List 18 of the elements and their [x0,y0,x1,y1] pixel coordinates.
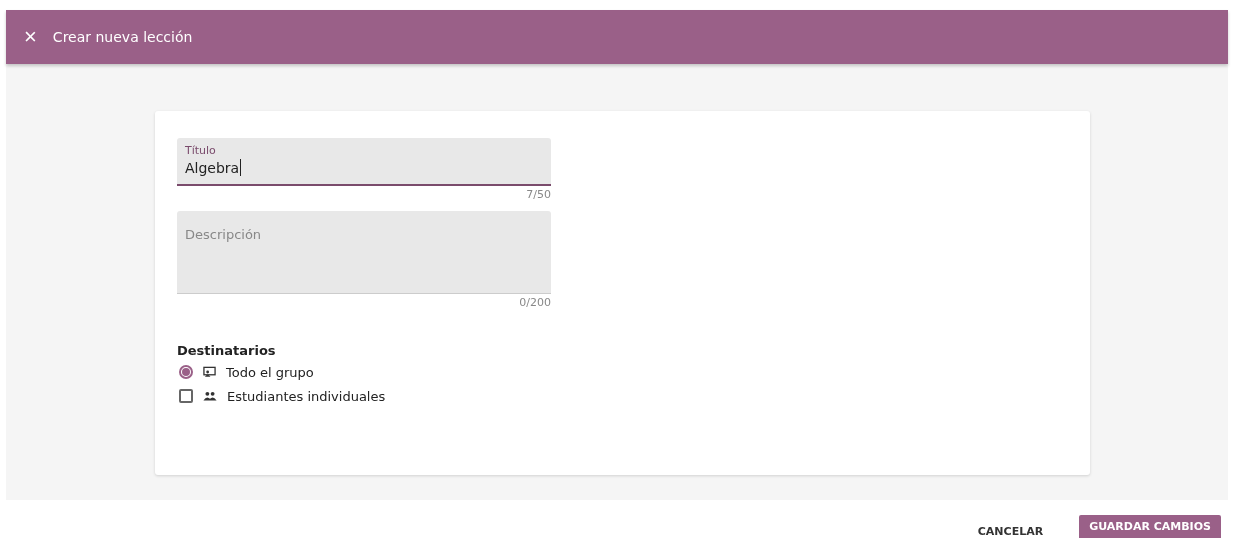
character-counter: 7/50 [526,188,551,201]
field-label: Título [185,144,217,157]
close-button[interactable]: × [22,26,39,48]
save-button[interactable]: GUARDAR CAMBIOS [1079,515,1221,538]
option-label: Todo el grupo [226,364,314,380]
field-value: Algebra [185,159,243,176]
input-field[interactable]: Descripción [177,211,551,294]
section-heading: Destinatarios [177,343,277,358]
dialog-title: Crear nueva lección [52,29,193,45]
character-counter: 0/200 [519,296,551,309]
radio-button[interactable] [179,365,193,379]
option-label: Estudiantes individuales [227,388,386,404]
input-field[interactable]: Título Algebra [177,138,551,186]
checkbox[interactable] [179,389,193,403]
field-placeholder: Descripción [185,227,263,242]
presentation-icon [203,366,216,378]
cancel-button[interactable]: CANCELAR [965,521,1056,538]
people-icon [203,391,217,401]
